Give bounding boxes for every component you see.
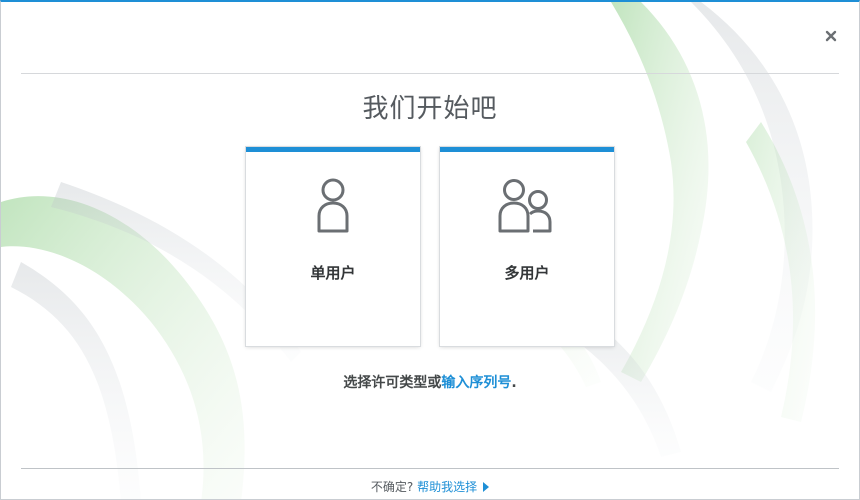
card-label: 多用户 [504, 264, 550, 282]
play-arrow-icon [483, 482, 490, 492]
header-divider [21, 73, 839, 74]
multi-user-icon [498, 179, 552, 233]
instruction-suffix: . [511, 375, 517, 391]
license-type-options: 单用户 多用户 [246, 147, 614, 346]
help-me-choose-link[interactable]: 帮助我选择 [417, 480, 490, 494]
single-user-icon [317, 178, 349, 233]
enter-serial-link[interactable]: 输入序列号 [441, 375, 511, 391]
single-user-card[interactable]: 单用户 [246, 147, 420, 346]
footer: 不确定? 帮助我选择 [1, 478, 859, 495]
help-link-label: 帮助我选择 [417, 480, 478, 494]
footer-divider [21, 468, 839, 469]
footer-prefix: 不确定? [370, 480, 414, 494]
instruction-text: 选择许可类型或输入序列号. [1, 372, 859, 392]
close-icon[interactable] [823, 28, 839, 44]
instruction-prefix: 选择许可类型或 [343, 375, 442, 391]
license-dialog: 我们开始吧 单用户 多用户 选择许可类型或输入序列号. 不确定? 帮助我选择 [0, 0, 860, 500]
card-label: 单用户 [310, 264, 356, 282]
page-title: 我们开始吧 [362, 94, 498, 124]
multi-user-card[interactable]: 多用户 [440, 147, 614, 346]
